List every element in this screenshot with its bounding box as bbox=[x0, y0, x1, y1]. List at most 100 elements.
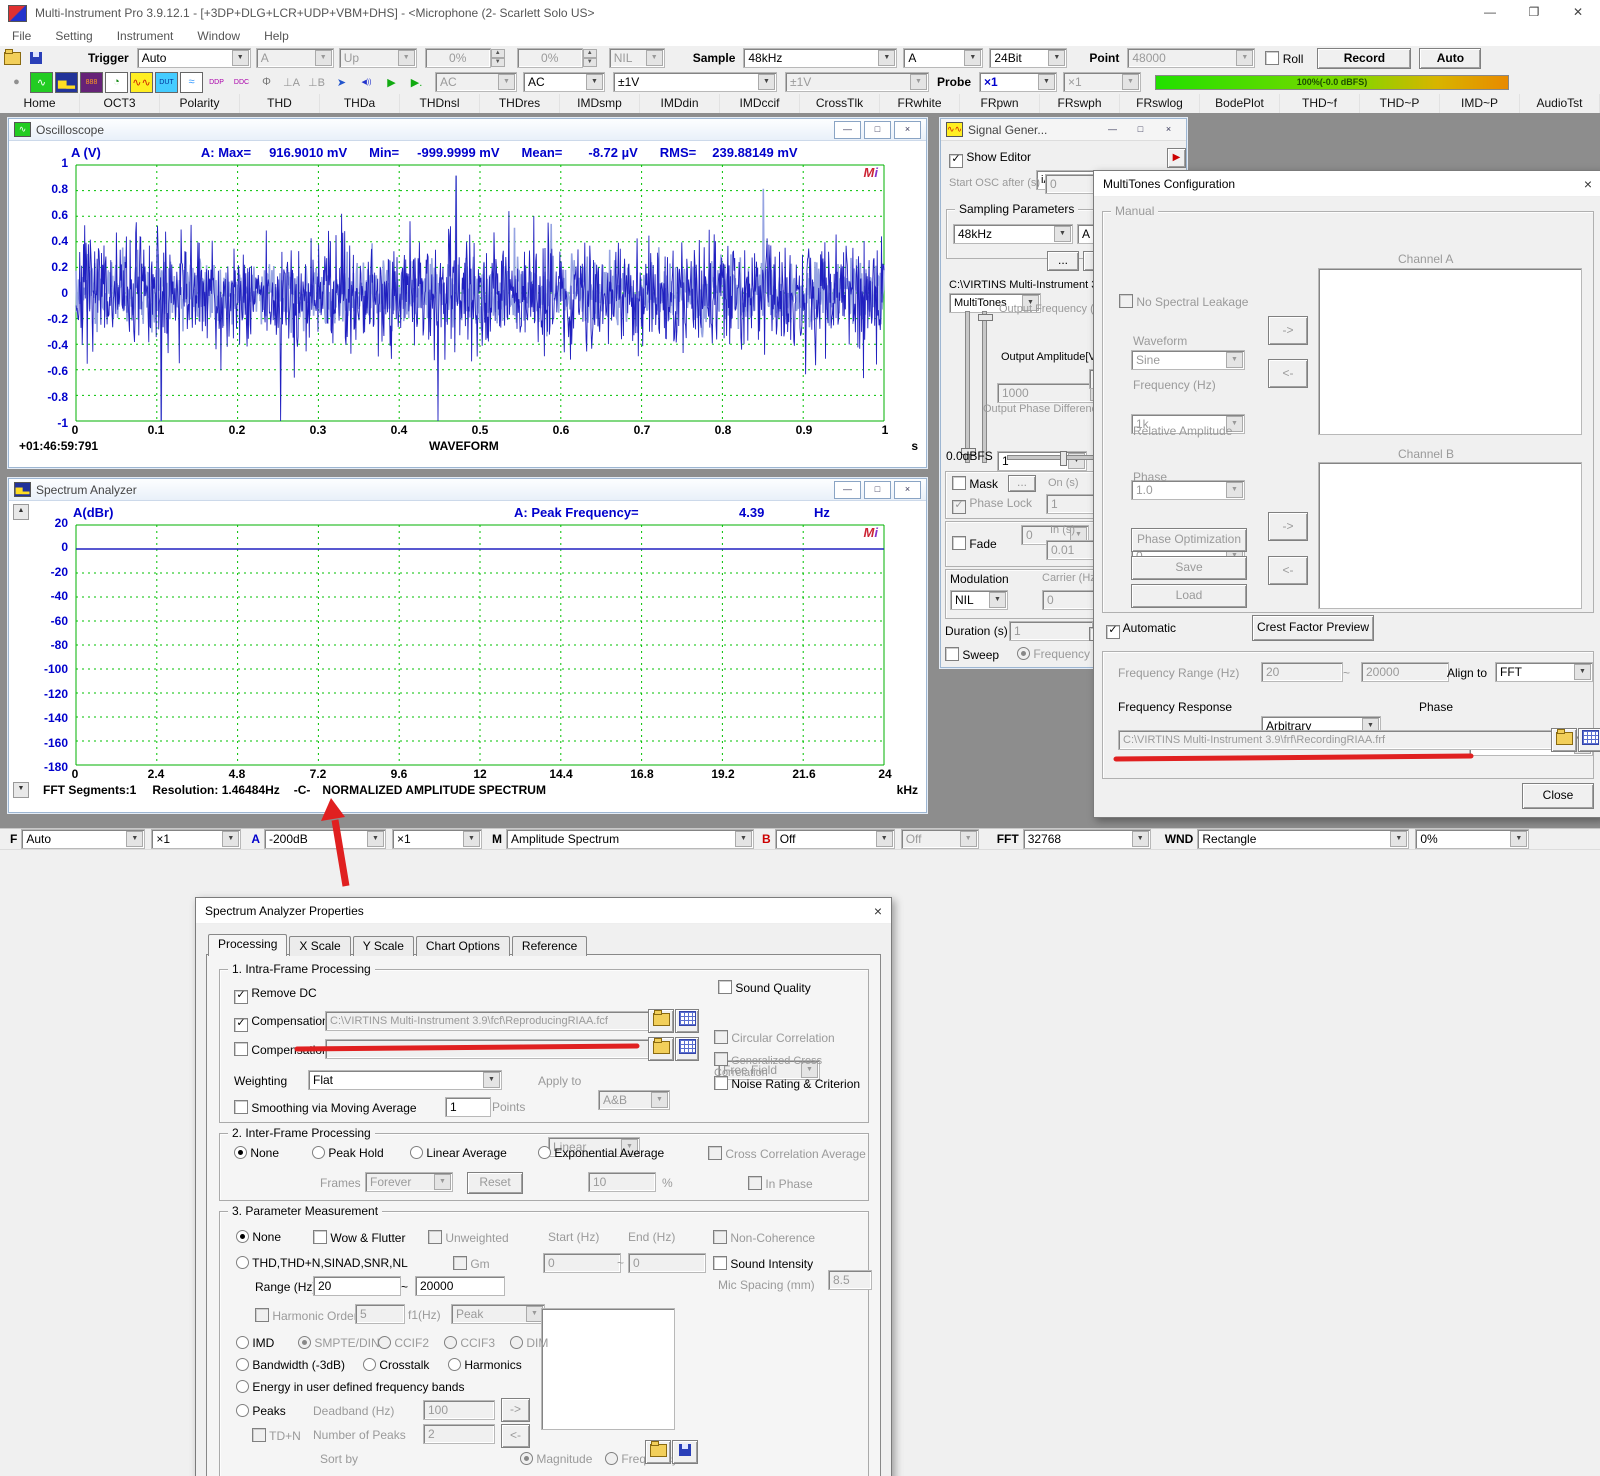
num-peaks-input[interactable]: 2 bbox=[423, 1424, 495, 1444]
ddc-icon[interactable]: DDC bbox=[230, 72, 253, 93]
harmonic-order-checkbox[interactable]: Harmonic Order bbox=[255, 1308, 358, 1323]
probe-b-select[interactable]: ×1▼ bbox=[1063, 72, 1141, 92]
bands-open-button[interactable] bbox=[645, 1440, 671, 1464]
a-mult-select[interactable]: ×1▼ bbox=[392, 829, 482, 849]
reset-button[interactable]: Reset bbox=[467, 1172, 523, 1194]
oscilloscope-titlebar[interactable]: ∿ Oscilloscope — □ × bbox=[9, 119, 926, 141]
in-phase-checkbox[interactable]: In Phase bbox=[748, 1176, 813, 1191]
sort-magnitude-radio[interactable]: Magnitude bbox=[520, 1452, 592, 1466]
oscilloscope-plot[interactable] bbox=[75, 164, 885, 422]
compensation2-open-button[interactable] bbox=[648, 1037, 674, 1061]
amplitude-slider-a[interactable] bbox=[965, 311, 970, 463]
remove-dc-checkbox[interactable]: Remove DC bbox=[234, 986, 317, 1004]
b-range-select[interactable]: Off▼ bbox=[775, 829, 895, 849]
probe-calibration-icon[interactable]: ➤ bbox=[330, 72, 353, 93]
harmonic-order-input[interactable]: 5 bbox=[355, 1304, 405, 1324]
harmonics-radio[interactable]: Harmonics bbox=[448, 1358, 522, 1372]
tab-home[interactable]: Home bbox=[0, 94, 80, 113]
tab-imdccif[interactable]: IMDccif bbox=[720, 94, 800, 113]
trigger-delay-spinner[interactable]: ▲▼ bbox=[583, 49, 597, 67]
non-coherence-checkbox[interactable]: Non-Coherence bbox=[713, 1230, 815, 1245]
coupling-b-select[interactable]: AC▼ bbox=[523, 72, 605, 92]
f-mult-select[interactable]: ×1▼ bbox=[151, 829, 241, 849]
spectrum-minimize-button[interactable]: — bbox=[834, 481, 861, 499]
frequency-bands-listbox[interactable] bbox=[541, 1308, 675, 1430]
trigger-level-spinner[interactable]: ▲▼ bbox=[491, 49, 505, 67]
range-a-select[interactable]: ±1V▼ bbox=[613, 72, 777, 92]
exponential-average-radio[interactable]: Exponential Average bbox=[538, 1146, 664, 1160]
auto-button[interactable]: Auto bbox=[1419, 48, 1481, 69]
tab-oct3[interactable]: OCT3 bbox=[80, 94, 160, 113]
deadband-input[interactable]: 100 bbox=[423, 1400, 495, 1420]
frf-open-button[interactable] bbox=[1551, 728, 1577, 752]
ground-b-icon[interactable]: ⊥B bbox=[305, 72, 328, 93]
tab-frwhite[interactable]: FRwhite bbox=[880, 94, 960, 113]
points-select[interactable]: 48000▼ bbox=[1127, 48, 1255, 68]
range-b-select[interactable]: ±1V▼ bbox=[785, 72, 929, 92]
weighting-select[interactable]: Flat▼ bbox=[308, 1070, 502, 1090]
linear-average-radio[interactable]: Linear Average bbox=[410, 1146, 507, 1160]
sample-channel-select[interactable]: A▼ bbox=[903, 48, 983, 68]
tab-thdres[interactable]: THDres bbox=[480, 94, 560, 113]
noise-rating-checkbox[interactable]: Noise Rating & Criterion bbox=[714, 1076, 860, 1091]
peak-hold-radio[interactable]: Peak Hold bbox=[312, 1146, 384, 1160]
b-mode-select[interactable]: Off▼ bbox=[901, 829, 979, 849]
tab-x-scale[interactable]: X Scale bbox=[289, 936, 350, 956]
close-button[interactable]: ✕ bbox=[1556, 1, 1600, 25]
tab-thd-p[interactable]: THD~P bbox=[1360, 94, 1440, 113]
multimeter-icon[interactable]: 888 bbox=[80, 72, 103, 93]
thd-radio[interactable]: THD,THD+N,SINAD,SNR,NL bbox=[236, 1256, 408, 1270]
wow-flutter-checkbox[interactable]: Wow & Flutter bbox=[313, 1230, 405, 1245]
phase-optimization-button[interactable]: Phase Optimization bbox=[1131, 528, 1247, 552]
trigger-level-input[interactable]: 0% bbox=[425, 48, 491, 68]
unweighted-checkbox[interactable]: Unweighted bbox=[428, 1230, 509, 1245]
bands-add-button[interactable]: -> bbox=[501, 1398, 530, 1422]
align-to-select[interactable]: FFT▼ bbox=[1495, 662, 1593, 682]
output-amp-a-select[interactable]: 1▼ bbox=[997, 451, 1087, 471]
crest-factor-preview-button[interactable]: Crest Factor Preview bbox=[1252, 615, 1374, 641]
siggen-minimize-button[interactable]: — bbox=[1100, 122, 1125, 138]
m-mode-select[interactable]: Amplitude Spectrum▼ bbox=[506, 829, 754, 849]
tab-thd[interactable]: THD bbox=[240, 94, 320, 113]
duration-input[interactable]: 1 bbox=[1009, 621, 1093, 641]
mic-spacing-input[interactable]: 8.5 bbox=[828, 1270, 872, 1290]
pm-none-radio[interactable]: None bbox=[236, 1230, 281, 1244]
oscilloscope-icon[interactable]: ∿ bbox=[30, 72, 53, 93]
gm-checkbox[interactable]: Gm bbox=[453, 1256, 490, 1271]
bit-depth-select[interactable]: 24Bit▼ bbox=[989, 48, 1067, 68]
end-hz-input[interactable]: 0 bbox=[628, 1253, 706, 1273]
modulation-select[interactable]: NIL▼ bbox=[950, 590, 1008, 610]
maximize-button[interactable]: ❐ bbox=[1512, 1, 1556, 25]
tab-thd-f[interactable]: THD~f bbox=[1280, 94, 1360, 113]
record-button[interactable]: Record bbox=[1317, 48, 1411, 69]
channel-a-add-button[interactable]: -> bbox=[1268, 316, 1308, 345]
ccif2-radio[interactable]: CCIF2 bbox=[378, 1336, 429, 1350]
fft-size-select[interactable]: 32768▼ bbox=[1023, 829, 1151, 849]
smpte-radio[interactable]: SMPTE/DIN bbox=[298, 1336, 380, 1350]
derived-data-point-icon[interactable]: ≈ bbox=[180, 72, 203, 93]
tab-bodeplot[interactable]: BodePlot bbox=[1200, 94, 1280, 113]
ddp-viewer-icon[interactable]: DDP bbox=[205, 72, 228, 93]
tab-reference[interactable]: Reference bbox=[512, 936, 587, 956]
tab-y-scale[interactable]: Y Scale bbox=[353, 936, 414, 956]
sound-output-icon[interactable]: ◀)) bbox=[355, 72, 378, 93]
sweep-frequency-radio[interactable]: Frequency bbox=[1017, 647, 1090, 661]
compensation1-open-button[interactable] bbox=[648, 1009, 674, 1033]
bandwidth-radio[interactable]: Bandwidth (-3dB) bbox=[236, 1358, 345, 1372]
no-spectral-leakage-checkbox[interactable]: No Spectral Leakage bbox=[1119, 294, 1248, 309]
dut-icon[interactable]: DUT bbox=[155, 72, 178, 93]
interframe-none-radio[interactable]: None bbox=[234, 1146, 279, 1160]
frames-select[interactable]: Forever▼ bbox=[365, 1172, 453, 1192]
multitones-close-button[interactable]: Close bbox=[1522, 783, 1594, 809]
mask-checkbox[interactable]: Mask bbox=[952, 476, 998, 491]
fade-checkbox[interactable]: Fade bbox=[952, 536, 997, 551]
mic-calibration-icon[interactable]: Φ bbox=[255, 72, 278, 93]
channel-a-remove-button[interactable]: <- bbox=[1268, 359, 1308, 388]
channel-b-add-button[interactable]: -> bbox=[1268, 512, 1308, 541]
ccif3-radio[interactable]: CCIF3 bbox=[444, 1336, 495, 1350]
tab-frpwn[interactable]: FRpwn bbox=[960, 94, 1040, 113]
spectrum-analyzer-icon[interactable]: ▅▂ bbox=[55, 72, 78, 93]
run-record-icon[interactable]: ▶. bbox=[405, 72, 428, 93]
overlap-select[interactable]: 0%▼ bbox=[1415, 829, 1529, 849]
trigger-mode-select[interactable]: Auto▼ bbox=[137, 48, 251, 68]
